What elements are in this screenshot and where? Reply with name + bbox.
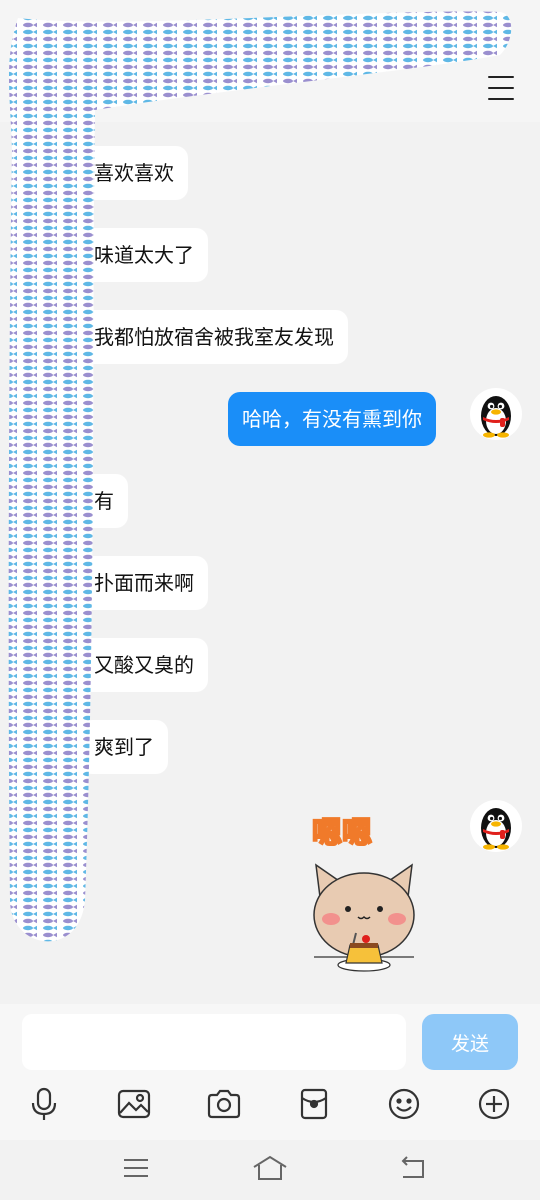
message-list[interactable]: 喜欢喜欢 味道太大了 我都怕放宿舍被我室友发现 哈哈，有没有熏到你 有 扑面而来… [0, 122, 540, 1004]
penguin-avatar-icon [470, 388, 522, 440]
message-bubble[interactable]: 又酸又臭的 [80, 638, 208, 692]
message-bubble[interactable]: 味道太大了 [80, 228, 208, 282]
camera-icon[interactable] [202, 1082, 246, 1126]
message-bubble[interactable]: 扑面而来啊 [80, 556, 208, 610]
send-button[interactable]: 发送 [422, 1014, 518, 1070]
microphone-icon[interactable] [22, 1082, 66, 1126]
notification-app-icon [66, 22, 79, 36]
image-icon[interactable] [112, 1082, 156, 1126]
message-bubble[interactable]: 我都怕放宿舍被我室友发现 [80, 310, 348, 364]
back-icon[interactable] [392, 1150, 432, 1186]
notification-app-icon [47, 22, 60, 36]
notification-x-icon [28, 22, 41, 36]
system-nav-bar [0, 1140, 540, 1200]
message-bubble[interactable]: 喜欢喜欢 [80, 146, 188, 200]
message-bubble[interactable]: 有 [80, 474, 128, 528]
recent-apps-icon[interactable] [116, 1150, 156, 1186]
status-bar: 18:55 [0, 0, 540, 62]
message-bubble[interactable]: 爽到了 [80, 720, 168, 774]
hamburger-menu-icon[interactable] [488, 76, 514, 100]
red-envelope-icon[interactable] [292, 1082, 336, 1126]
cat-eating-pudding-sticker[interactable]: 嗯嗯 [306, 805, 422, 980]
chat-toolbar [0, 1080, 540, 1140]
sticker-text: 嗯嗯 [312, 816, 372, 851]
notification-icons [28, 22, 79, 36]
emoji-icon[interactable] [382, 1082, 426, 1126]
message-bubble-self[interactable]: 哈哈，有没有熏到你 [228, 392, 436, 446]
chat-header [0, 62, 540, 122]
plus-icon[interactable] [472, 1082, 516, 1126]
penguin-avatar-icon [470, 800, 522, 852]
input-bar: 发送 [0, 1004, 540, 1080]
self-avatar[interactable] [470, 800, 522, 852]
home-icon[interactable] [250, 1150, 290, 1186]
status-time: 18:55 [244, 18, 299, 40]
message-input[interactable] [22, 1014, 406, 1070]
self-avatar[interactable] [470, 388, 522, 440]
